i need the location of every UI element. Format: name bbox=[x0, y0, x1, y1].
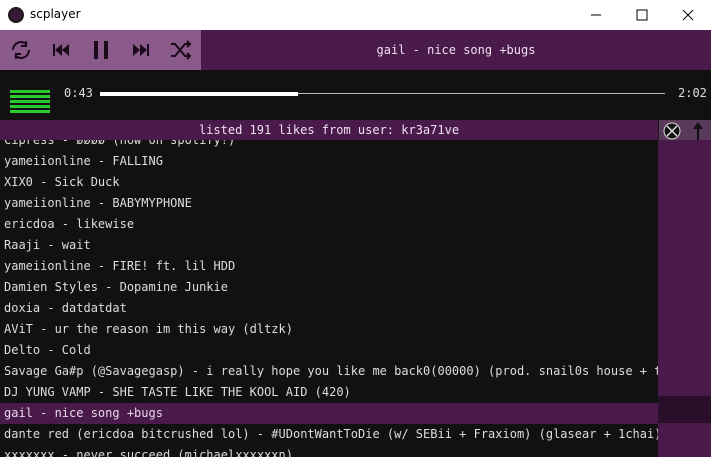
track-row[interactable]: Damien Styles - Dopamine Junkie bbox=[0, 277, 658, 298]
track-row[interactable]: Cipress - øøøø (now on spotify!) bbox=[0, 140, 658, 151]
app-logo-icon bbox=[8, 7, 24, 23]
track-row[interactable]: ericdoa - likewise bbox=[0, 214, 658, 235]
track-row[interactable]: AViT - ur the reason im this way (dltzk) bbox=[0, 319, 658, 340]
pause-icon[interactable] bbox=[89, 38, 113, 62]
current-time: 0:43 bbox=[64, 86, 93, 100]
track-row[interactable]: Delto - Cold bbox=[0, 340, 658, 361]
scrollbar-thumb[interactable] bbox=[658, 396, 711, 420]
track-row[interactable]: Raaji - wait bbox=[0, 235, 658, 256]
equalizer-icon[interactable] bbox=[10, 90, 50, 116]
track-row[interactable]: xxxxxxx - never succeed (michaelxxxxxxn) bbox=[0, 445, 658, 457]
progress-fill[interactable] bbox=[100, 92, 298, 96]
window-title: scplayer bbox=[30, 7, 81, 21]
track-row[interactable]: yameiionline - FIRE! ft. lil HDD bbox=[0, 256, 658, 277]
stop-icon[interactable] bbox=[659, 120, 685, 142]
scroll-up-icon[interactable] bbox=[685, 120, 711, 142]
listing-header: listed 191 likes from user: kr3a71ve bbox=[0, 120, 658, 140]
now-playing-title: gail - nice song +bugs bbox=[201, 30, 711, 70]
track-row[interactable]: doxia - datdatdat bbox=[0, 298, 658, 319]
track-row[interactable]: Savage Ga#p (@Savagegasp) - i really hop… bbox=[0, 361, 658, 382]
next-icon[interactable] bbox=[129, 38, 153, 62]
track-row[interactable]: yameiionline - FALLING bbox=[0, 151, 658, 172]
title-bar: scplayer bbox=[0, 0, 711, 30]
scrollbar-divider bbox=[658, 420, 711, 423]
track-row[interactable]: yameiionline - BABYMYPHONE bbox=[0, 193, 658, 214]
track-row[interactable]: gail - nice song +bugs bbox=[0, 403, 658, 424]
track-row[interactable]: dante red (ericdoa bitcrushed lol) - #UD… bbox=[0, 424, 658, 445]
repeat-icon[interactable] bbox=[9, 38, 33, 62]
previous-icon[interactable] bbox=[49, 38, 73, 62]
total-time: 2:02 bbox=[678, 86, 707, 100]
close-icon[interactable] bbox=[665, 0, 711, 30]
minimize-icon[interactable] bbox=[573, 0, 619, 30]
maximize-icon[interactable] bbox=[619, 0, 665, 30]
shuffle-icon[interactable] bbox=[169, 38, 193, 62]
track-list: Cipress - øøøø (now on spotify!) yameiion… bbox=[0, 140, 658, 457]
track-row[interactable]: XIX0 - Sick Duck bbox=[0, 172, 658, 193]
track-row[interactable]: DJ YUNG VAMP - SHE TASTE LIKE THE KOOL A… bbox=[0, 382, 658, 403]
